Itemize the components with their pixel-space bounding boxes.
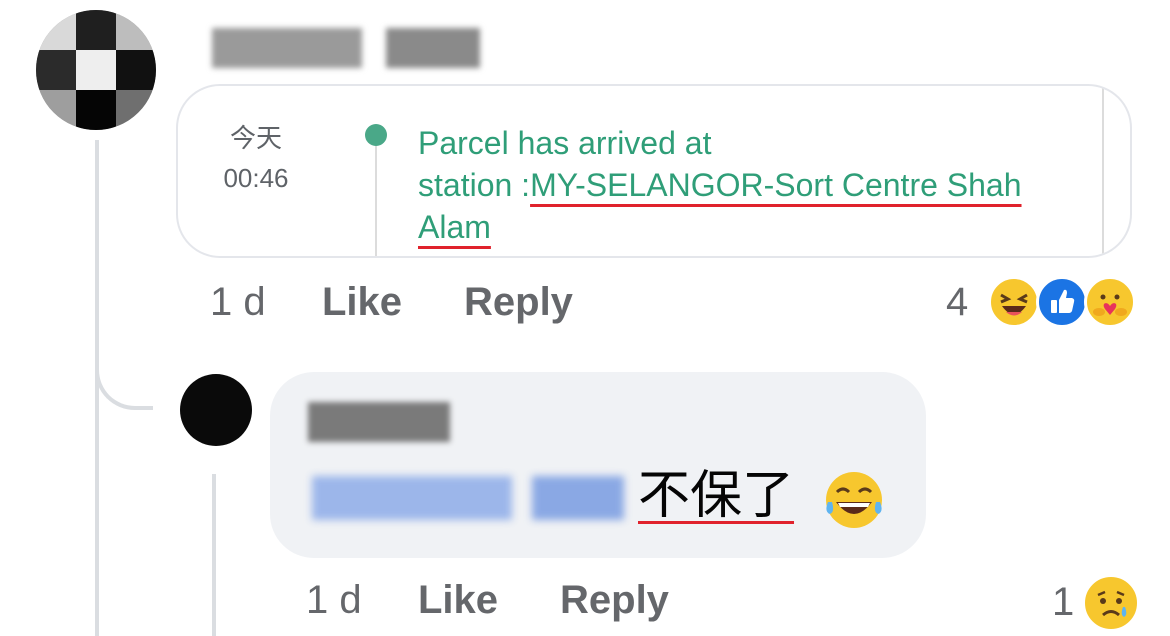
avatar-pixel (76, 90, 116, 130)
reply-time[interactable]: 1 d (306, 578, 362, 623)
status-line1: Parcel has arrived at (418, 125, 712, 161)
comment-time[interactable]: 1 d (210, 280, 266, 325)
mention-tag-redacted[interactable] (312, 476, 624, 520)
tracking-date: 今天 00:46 (216, 118, 296, 198)
timeline-line (375, 146, 377, 256)
reply-author-name-redacted[interactable] (308, 402, 450, 442)
reply-text: 不保了 (638, 466, 795, 526)
avatar-pixel (116, 50, 156, 90)
avatar-pixel (36, 90, 76, 130)
commenter-name-redacted[interactable] (212, 28, 480, 68)
comment-reply-button[interactable]: Reply (464, 280, 573, 325)
shared-tracking-card[interactable]: 今天 00:46 Parcel has arrived at station :… (176, 84, 1132, 258)
reply-reply-button[interactable]: Reply (560, 578, 669, 623)
avatar-pixel (36, 50, 76, 90)
avatar-pixel (76, 50, 116, 90)
thread-connector (95, 360, 153, 410)
status-location-cont: Alam (418, 209, 491, 245)
tears-of-joy-emoji-icon (822, 468, 886, 532)
avatar-pixel (76, 10, 116, 50)
comment-reaction-count[interactable]: 4 (946, 280, 968, 325)
commenter-avatar[interactable] (36, 10, 156, 130)
tracking-time: 00:46 (223, 163, 289, 193)
reply-avatar[interactable] (180, 374, 252, 446)
status-location: MY-SELANGOR-Sort Centre Shah (530, 167, 1022, 203)
avatar-pixel (36, 10, 76, 50)
like-reaction-icon[interactable] (1036, 276, 1088, 328)
comment-like-button[interactable]: Like (322, 280, 402, 325)
care-reaction-icon[interactable] (1084, 276, 1136, 328)
card-edge-line (1102, 86, 1104, 256)
avatar-pixel (116, 90, 156, 130)
timeline-dot-icon (365, 124, 387, 146)
laughing-emoji-icon[interactable] (988, 276, 1040, 328)
tracking-day: 今天 (229, 123, 282, 153)
tracking-status: Parcel has arrived at station :MY-SELANG… (418, 122, 1078, 248)
reply-like-button[interactable]: Like (418, 578, 498, 623)
avatar-pixel (116, 10, 156, 50)
sad-reaction-icon[interactable] (1082, 574, 1140, 632)
reply-reaction-count[interactable]: 1 (1052, 580, 1074, 625)
reply-actions: 1 d Like Reply (0, 578, 1170, 628)
status-prefix: station : (418, 167, 531, 203)
